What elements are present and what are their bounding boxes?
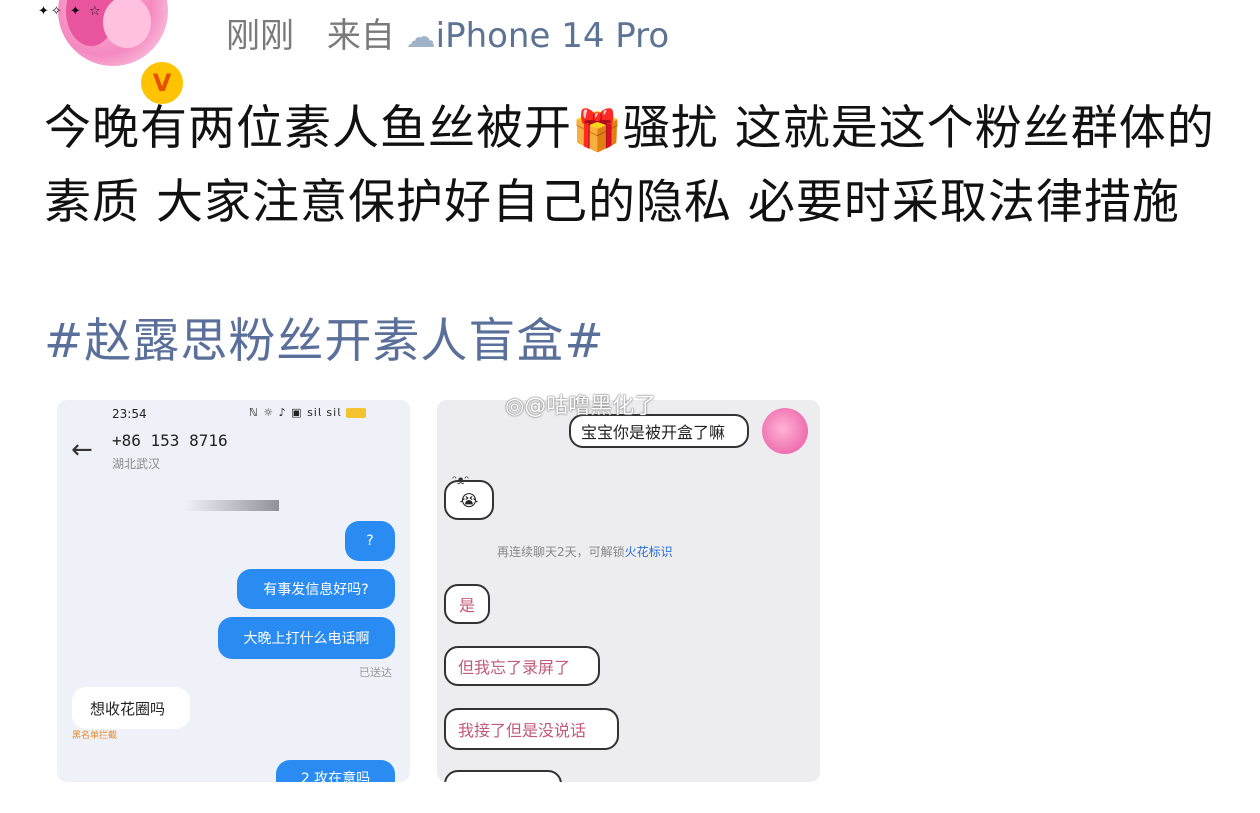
sparkle-decoration: ✦✧ ✦ ☆ xyxy=(38,4,103,19)
chat-message-emoji: ᵔᴥᵔ 😭 xyxy=(444,473,494,520)
weibo-logo-icon: ◎ xyxy=(505,394,525,419)
bear-ears-icon: ᵔᴥᵔ xyxy=(452,473,470,487)
crying-emoji-icon: 😭 xyxy=(459,490,479,510)
post-time: 刚刚 xyxy=(226,16,294,56)
post-image-1[interactable]: 23:54 ℕ ☼ ♪ ▣ 𝗌𝗂𝗅 𝗌𝗂𝗅 ← +86 153 8716 湖北武… xyxy=(57,400,410,782)
post-body: 今晚有两位素人鱼丝被开🎁骚扰 这就是这个粉丝群体的素质 大家注意保护好自己的隐私… xyxy=(44,93,1224,239)
topic-hashtag-link[interactable]: #赵露思粉丝开素人盲盒# xyxy=(44,306,605,378)
back-arrow-icon: ← xyxy=(71,435,93,465)
post-meta: 刚刚 来自 ☁iPhone 14 Pro xyxy=(226,8,669,57)
user-avatar-group[interactable]: ✦✧ ✦ ☆ xyxy=(38,0,188,66)
post-image-2[interactable]: 宝宝你是被开盒了嘛 ᵔᴥᵔ 😭 再连续聊天2天，可解锁火花标识 是 但我忘了录屏… xyxy=(437,400,820,782)
received-message: 想收花圈吗 xyxy=(72,687,190,729)
contact-location: 湖北武汉 xyxy=(112,457,161,471)
status-bar-time: 23:54 xyxy=(112,407,147,421)
image-watermark: ◎@咕噜黑化了 xyxy=(505,394,657,419)
chat-reply: 是 xyxy=(444,584,490,624)
spark-badge-link[interactable]: 火花标识 xyxy=(625,545,673,559)
sent-message: ? xyxy=(345,521,395,561)
chat-avatar xyxy=(762,408,808,454)
chat-reply: 但我忘了录屏了 xyxy=(444,646,600,686)
post-text-part1: 今晚有两位素人鱼丝被开 xyxy=(44,101,572,156)
battery-icon xyxy=(345,408,366,418)
cloud-icon: ☁ xyxy=(405,20,436,55)
delivered-status: 已送达 xyxy=(359,666,392,679)
sent-message-partial: 2 攻在意吗 xyxy=(276,760,395,782)
avatar-pony-face xyxy=(103,0,151,48)
chat-reply: 我接了但是没说话 xyxy=(444,708,619,750)
blocked-note: 黑名单拦截 xyxy=(72,731,118,741)
device-source-link[interactable]: iPhone 14 Pro xyxy=(436,16,670,56)
system-tip: 再连续聊天2天，可解锁火花标识 xyxy=(497,545,673,559)
contact-phone-number: +86 153 8716 xyxy=(112,431,228,450)
redacted-strip xyxy=(185,500,279,511)
chat-reply-partial xyxy=(444,770,562,782)
source-prefix: 来自 xyxy=(326,16,395,56)
status-bar-icons: ℕ ☼ ♪ ▣ 𝗌𝗂𝗅 𝗌𝗂𝗅 xyxy=(249,406,366,419)
sent-message: 大晚上打什么电话啊 xyxy=(218,617,395,659)
sent-message: 有事发信息好吗? xyxy=(237,569,395,609)
gift-icon: 🎁 xyxy=(572,108,623,154)
